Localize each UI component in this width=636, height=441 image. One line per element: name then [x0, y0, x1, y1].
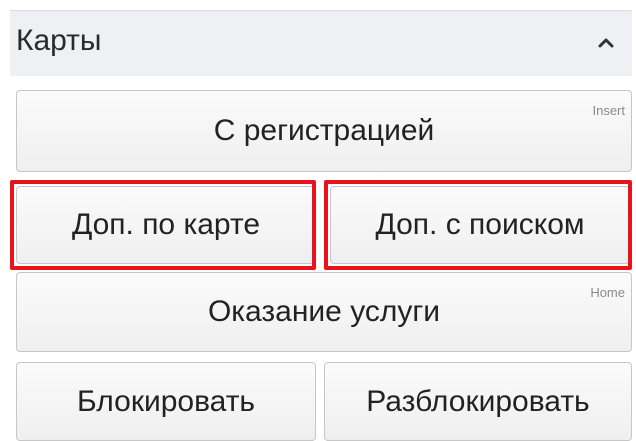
block-button-label: Блокировать [76, 384, 256, 418]
block-button[interactable]: Блокировать [16, 362, 316, 441]
unblock-button[interactable]: Разблокировать [324, 362, 632, 441]
extra-by-card-button[interactable]: Доп. по карте [16, 186, 316, 264]
registration-hotkey: Insert [592, 103, 625, 118]
extra-with-search-button-label: Доп. с поиском [375, 208, 585, 241]
extra-by-card-button-label: Доп. по карте [71, 208, 261, 241]
registration-button-label: С регистрацией [213, 114, 435, 147]
extra-with-search-button[interactable]: Доп. с поиском [330, 186, 630, 264]
collapse-button[interactable] [588, 25, 624, 61]
panel-header: Карты [10, 10, 632, 76]
service-button-label: Оказание услуги [207, 295, 441, 328]
cards-panel: Карты С регистрацией Insert Доп. по карт… [10, 10, 632, 441]
registration-button[interactable]: С регистрацией Insert [16, 90, 632, 172]
chevron-up-icon [598, 38, 614, 48]
panel-title: Карты [16, 24, 102, 57]
service-hotkey: Home [590, 285, 625, 300]
service-button[interactable]: Оказание услуги Home [16, 272, 632, 352]
unblock-button-label: Разблокировать [366, 384, 590, 418]
